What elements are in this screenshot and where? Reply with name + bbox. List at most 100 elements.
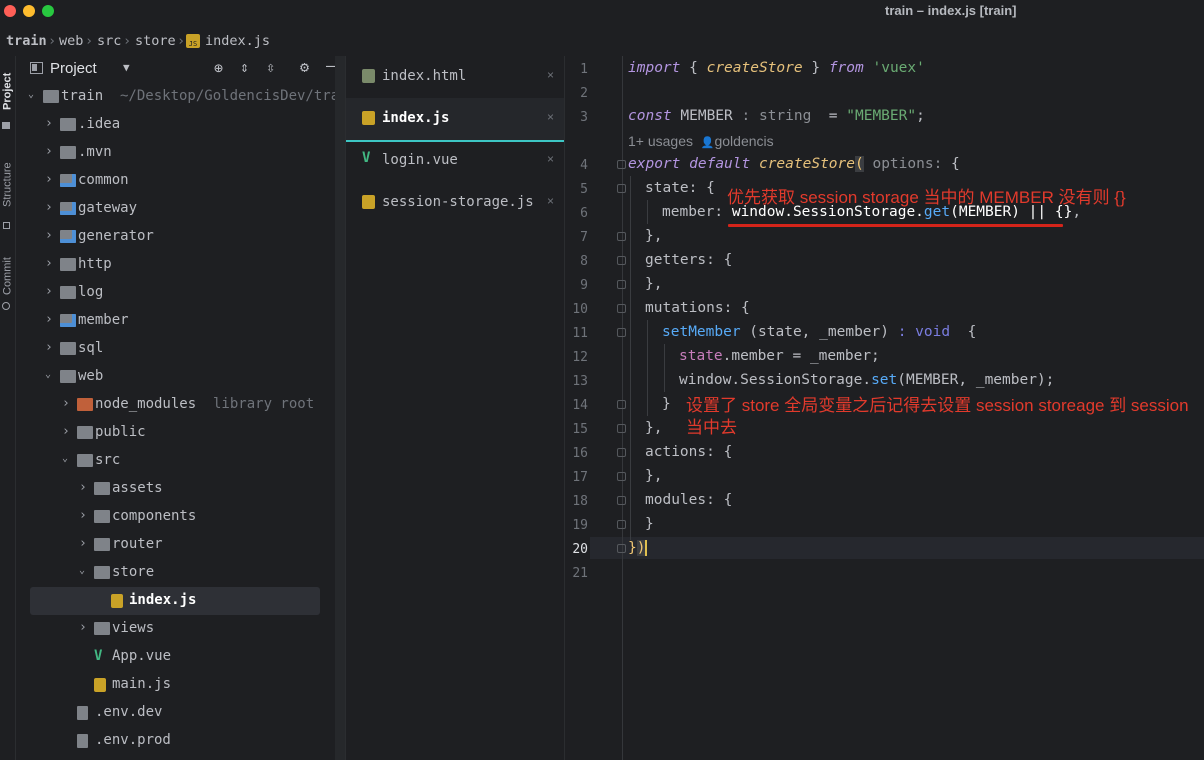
tree-item-common[interactable]: › common	[16, 167, 334, 195]
chevron-right-icon[interactable]: ›	[79, 536, 89, 551]
tree-item-env-prod[interactable]: .env.prod	[16, 727, 334, 755]
minimize-window-button[interactable]	[23, 5, 35, 17]
line-number[interactable]: 10	[564, 302, 588, 317]
fold-marker[interactable]	[617, 160, 626, 169]
fold-marker[interactable]	[617, 496, 626, 505]
line-number[interactable]: 7	[564, 230, 588, 245]
tree-item-log[interactable]: › log	[16, 279, 334, 307]
line-number[interactable]: 4	[564, 158, 588, 173]
chevron-down-icon[interactable]: ⌄	[45, 369, 55, 380]
locate-file-icon[interactable]: ⊕	[214, 59, 223, 77]
chevron-right-icon[interactable]: ›	[45, 144, 55, 159]
close-window-button[interactable]	[4, 5, 16, 17]
line-number[interactable]: 17	[564, 470, 588, 485]
chevron-right-icon[interactable]: ›	[45, 116, 55, 131]
chevron-down-icon[interactable]: ⌄	[28, 89, 38, 100]
fold-marker[interactable]	[617, 544, 626, 553]
fold-marker[interactable]	[617, 424, 626, 433]
line-number[interactable]: 3	[564, 110, 588, 125]
fold-marker[interactable]	[617, 400, 626, 409]
tab-project[interactable]: Project	[0, 60, 15, 122]
close-icon[interactable]: ×	[547, 152, 554, 166]
tree-item-router[interactable]: › router	[16, 531, 334, 559]
fold-marker[interactable]	[617, 280, 626, 289]
line-number[interactable]: 1	[564, 62, 588, 77]
line-number[interactable]: 12	[564, 350, 588, 365]
chevron-right-icon[interactable]: ›	[45, 172, 55, 187]
line-number[interactable]: 16	[564, 446, 588, 461]
line-number[interactable]: 20	[564, 542, 588, 557]
line-number[interactable]: 14	[564, 398, 588, 413]
tree-item-index-js[interactable]: index.js	[30, 587, 320, 615]
tree-item-src[interactable]: ⌄ src	[16, 447, 334, 475]
tree-item-store[interactable]: ⌄ store	[16, 559, 334, 587]
line-number[interactable]: 2	[564, 86, 588, 101]
tree-item-env-dev[interactable]: .env.dev	[16, 699, 334, 727]
line-number[interactable]: 15	[564, 422, 588, 437]
tree-item-public[interactable]: › public	[16, 419, 334, 447]
close-icon[interactable]: ×	[547, 110, 554, 124]
tree-item-sql[interactable]: › sql	[16, 335, 334, 363]
chevron-right-icon[interactable]: ›	[45, 284, 55, 299]
tree-root[interactable]: ⌄ train ~/Desktop/GoldencisDev/tra	[16, 83, 339, 111]
tree-item-views[interactable]: › views	[16, 615, 334, 643]
close-icon[interactable]: ×	[547, 68, 554, 82]
line-number[interactable]: 9	[564, 278, 588, 293]
usages-hint[interactable]: 1+ usages	[628, 133, 693, 149]
chevron-right-icon[interactable]: ›	[62, 424, 72, 439]
fold-marker[interactable]	[617, 256, 626, 265]
fold-marker[interactable]	[617, 448, 626, 457]
zoom-window-button[interactable]	[42, 5, 54, 17]
line-number[interactable]: 11	[564, 326, 588, 341]
fold-marker[interactable]	[617, 520, 626, 529]
chevron-down-icon[interactable]: ▼	[123, 61, 130, 74]
breadcrumb-item[interactable]: store	[135, 33, 176, 49]
expand-all-icon[interactable]: ⇕	[240, 58, 249, 76]
line-number[interactable]: 8	[564, 254, 588, 269]
fold-marker[interactable]	[617, 232, 626, 241]
author-hint[interactable]: goldencis	[714, 133, 773, 149]
chevron-right-icon[interactable]: ›	[45, 228, 55, 243]
line-number[interactable]: 18	[564, 494, 588, 509]
tree-item-mvn[interactable]: › .mvn	[16, 139, 334, 167]
chevron-right-icon[interactable]: ›	[45, 340, 55, 355]
breadcrumb-item[interactable]: train	[6, 33, 47, 49]
fold-marker[interactable]	[617, 184, 626, 193]
tree-item-app-vue[interactable]: V App.vue	[16, 643, 334, 671]
line-number[interactable]: 6	[564, 206, 588, 221]
tree-item-gateway[interactable]: › gateway	[16, 195, 334, 223]
line-number[interactable]: 21	[564, 566, 588, 581]
collapse-all-icon[interactable]: ⇳	[266, 58, 275, 76]
gear-icon[interactable]: ⚙	[300, 58, 309, 76]
chevron-right-icon[interactable]: ›	[62, 396, 72, 411]
chevron-right-icon[interactable]: ›	[45, 256, 55, 271]
chevron-right-icon[interactable]: ›	[79, 480, 89, 495]
tree-item-http[interactable]: › http	[16, 251, 334, 279]
project-scrollbar[interactable]	[335, 56, 345, 760]
line-number[interactable]: 19	[564, 518, 588, 533]
code-vision-hints[interactable]: 1+ usages 👤goldencis	[628, 133, 774, 149]
close-icon[interactable]: ×	[547, 194, 554, 208]
tree-item-web[interactable]: ⌄ web	[16, 363, 334, 391]
tree-item-member[interactable]: › member	[16, 307, 334, 335]
chevron-right-icon[interactable]: ›	[45, 200, 55, 215]
tree-item-node-modules[interactable]: › node_modules library root	[16, 391, 334, 419]
fold-marker[interactable]	[617, 472, 626, 481]
tab-structure[interactable]: Structure	[0, 151, 15, 219]
fold-marker[interactable]	[617, 304, 626, 313]
tree-item-assets[interactable]: › assets	[16, 475, 334, 503]
chevron-right-icon[interactable]: ›	[79, 508, 89, 523]
open-file-item[interactable]: index.js ×	[346, 98, 564, 142]
tree-item-generator[interactable]: › generator	[16, 223, 334, 251]
breadcrumb-item[interactable]: src	[97, 33, 121, 49]
breadcrumb-item[interactable]: web	[59, 33, 83, 49]
fold-marker[interactable]	[617, 328, 626, 337]
open-file-item[interactable]: session-storage.js ×	[346, 182, 564, 224]
open-file-item[interactable]: V login.vue ×	[346, 140, 564, 182]
chevron-right-icon[interactable]: ›	[79, 620, 89, 635]
breadcrumb-item[interactable]: index.js	[205, 33, 270, 49]
chevron-right-icon[interactable]: ›	[45, 312, 55, 327]
chevron-down-icon[interactable]: ⌄	[62, 453, 72, 464]
line-number[interactable]: 5	[564, 182, 588, 197]
tab-commit[interactable]: Commit	[0, 251, 15, 301]
